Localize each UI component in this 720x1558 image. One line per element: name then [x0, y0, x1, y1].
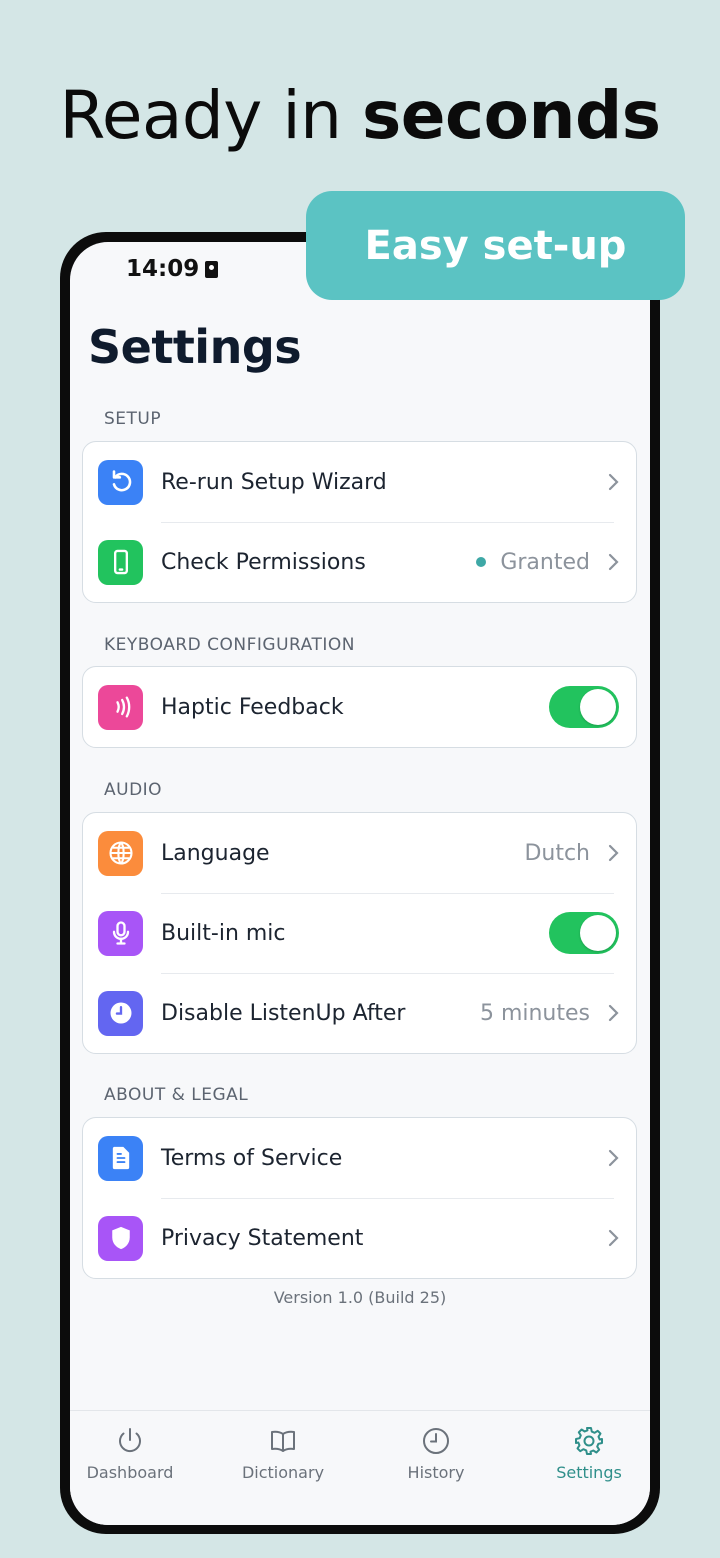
- status-bar: 14:09: [126, 256, 219, 282]
- rerun-setup-row[interactable]: Re-run Setup Wizard: [83, 442, 636, 522]
- privacy-row[interactable]: Privacy Statement: [83, 1198, 636, 1278]
- check-permissions-label: Check Permissions: [161, 549, 366, 575]
- headline-bold: seconds: [362, 77, 661, 154]
- built-in-mic-label: Built-in mic: [161, 920, 286, 946]
- chevron-right-icon: [608, 1004, 619, 1022]
- toggle-knob: [580, 689, 616, 725]
- language-value: Dutch: [524, 840, 590, 866]
- tab-settings[interactable]: Settings: [529, 1425, 649, 1482]
- disable-listenup-row[interactable]: Disable ListenUp After 5 minutes: [83, 973, 636, 1053]
- chevron-right-icon: [608, 473, 619, 491]
- permissions-value: Granted: [500, 549, 590, 575]
- card-setup: Re-run Setup Wizard Check Permissions Gr…: [82, 441, 637, 603]
- tab-dictionary[interactable]: Dictionary: [223, 1425, 343, 1482]
- status-time: 14:09: [126, 256, 200, 282]
- tab-dashboard[interactable]: Dashboard: [70, 1425, 190, 1482]
- terms-label: Terms of Service: [161, 1145, 343, 1171]
- status-dot: [476, 557, 487, 567]
- chevron-right-icon: [608, 1229, 619, 1247]
- section-label-audio: AUDIO: [104, 780, 163, 800]
- version-text: Version 1.0 (Build 25): [273, 1288, 447, 1307]
- permissions-status: Granted: [476, 550, 590, 575]
- check-permissions-row[interactable]: Check Permissions Granted: [83, 522, 636, 602]
- card-about: Terms of Service Privacy Statement: [82, 1117, 637, 1279]
- clock-icon: [98, 990, 143, 1036]
- phone-screen: 14:09 Settings SETUP Re-run Setup Wizard…: [70, 242, 650, 1525]
- promo-pill: Easy set-up: [306, 191, 685, 300]
- tab-history[interactable]: History: [376, 1425, 496, 1482]
- power-icon: [119, 1428, 141, 1453]
- chevron-right-icon: [608, 553, 619, 571]
- tab-settings-label: Settings: [556, 1463, 622, 1482]
- headline: Ready in seconds: [0, 76, 720, 156]
- book-icon: [271, 1430, 295, 1452]
- id-badge-icon: [205, 260, 219, 278]
- headline-regular: Ready in: [59, 77, 362, 154]
- section-label-keyboard: KEYBOARD CONFIGURATION: [104, 635, 355, 655]
- built-in-mic-toggle[interactable]: [549, 912, 619, 954]
- tab-dictionary-label: Dictionary: [241, 1463, 325, 1482]
- chevron-right-icon: [608, 844, 619, 862]
- vibration-icon: [98, 684, 143, 730]
- haptic-feedback-label: Haptic Feedback: [161, 694, 344, 720]
- rerun-setup-label: Re-run Setup Wizard: [161, 469, 387, 495]
- card-keyboard: Haptic Feedback: [82, 666, 637, 748]
- language-label: Language: [161, 840, 270, 866]
- gear-icon: [575, 1427, 603, 1455]
- section-label-about: ABOUT & LEGAL: [104, 1085, 249, 1105]
- clock-icon: [423, 1428, 449, 1454]
- section-label-setup: SETUP: [104, 409, 162, 429]
- disable-listenup-value: 5 minutes: [479, 1000, 590, 1026]
- tab-bar: Dashboard Dictionary History Settings: [70, 1410, 650, 1525]
- language-row[interactable]: Language Dutch: [83, 813, 636, 893]
- document-icon: [98, 1135, 143, 1181]
- privacy-label: Privacy Statement: [161, 1225, 364, 1251]
- globe-icon: [98, 830, 143, 876]
- microphone-icon: [98, 910, 143, 956]
- tab-dashboard-label: Dashboard: [86, 1463, 174, 1482]
- toggle-knob: [580, 915, 616, 951]
- chevron-right-icon: [608, 1149, 619, 1167]
- haptic-feedback-toggle[interactable]: [549, 686, 619, 728]
- tab-history-label: History: [407, 1463, 465, 1482]
- card-audio: Language Dutch Built-in mic Disable List…: [82, 812, 637, 1054]
- haptic-feedback-row: Haptic Feedback: [83, 667, 636, 747]
- shield-icon: [98, 1215, 143, 1261]
- phone-icon: [98, 539, 143, 585]
- page-title: Settings: [88, 320, 302, 374]
- disable-listenup-label: Disable ListenUp After: [161, 1000, 406, 1026]
- built-in-mic-row: Built-in mic: [83, 893, 636, 973]
- refresh-icon: [98, 459, 143, 505]
- terms-row[interactable]: Terms of Service: [83, 1118, 636, 1198]
